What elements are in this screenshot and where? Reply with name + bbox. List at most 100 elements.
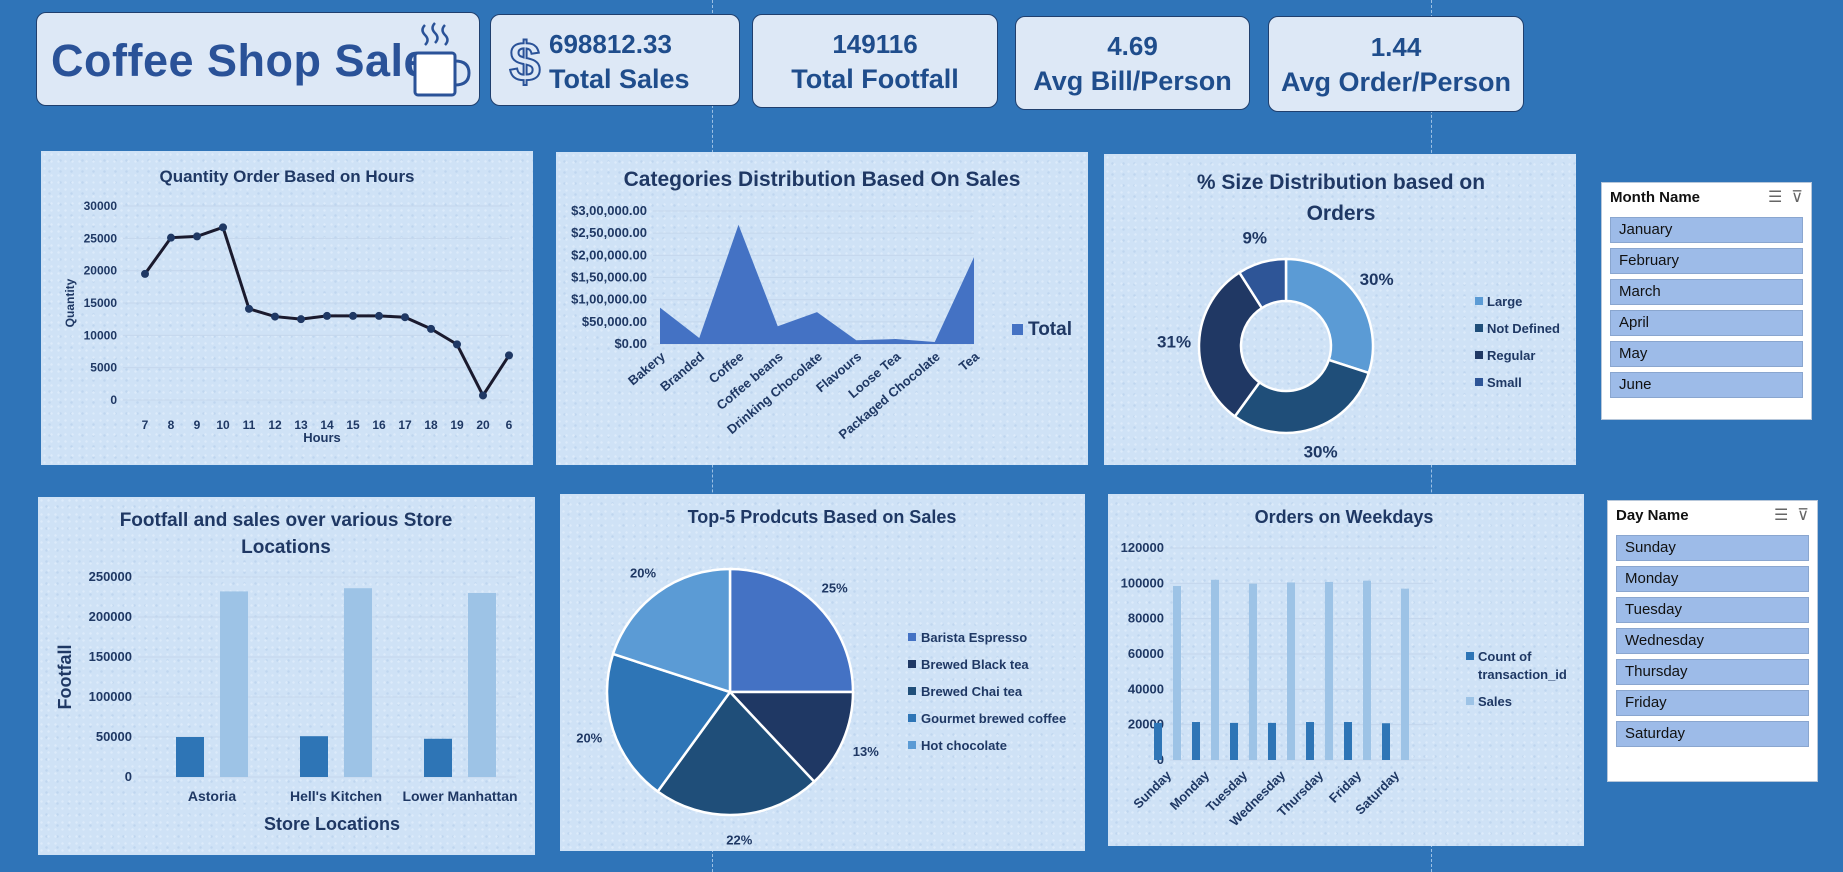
- legend-swatch: [1475, 324, 1483, 332]
- data-label: 13%: [853, 744, 879, 759]
- bar: [1363, 580, 1371, 760]
- y-tick-label: 250000: [89, 569, 132, 584]
- x-tick-label: Astoria: [188, 788, 236, 804]
- legend-label: Brewed Chai tea: [921, 684, 1023, 699]
- chart-title: Top-5 Prodcuts Based on Sales: [688, 507, 957, 527]
- slicer-toolbar: ☰ ⊽: [1768, 187, 1803, 207]
- y-tick-label: 25000: [84, 231, 118, 245]
- series-area: [660, 224, 974, 344]
- page-title: Coffee Shop Sales: [51, 35, 455, 86]
- data-label: 30%: [1360, 270, 1394, 289]
- kpi-label: Avg Bill/Person: [1033, 66, 1232, 96]
- legend-swatch: [1475, 378, 1483, 386]
- y-tick-label: $1,00,000.00: [571, 292, 647, 307]
- legend-label: Brewed Black tea: [921, 657, 1029, 672]
- legend-label: Not Defined: [1487, 321, 1560, 336]
- slicer-item-friday[interactable]: Friday: [1616, 690, 1809, 716]
- x-tick-label: 12: [268, 418, 282, 432]
- legend-swatch: [1475, 351, 1483, 359]
- data-point: [323, 311, 331, 320]
- bar: [220, 591, 248, 777]
- data-label: 25%: [822, 580, 848, 595]
- legend-label: Small: [1487, 375, 1522, 390]
- legend-label: Total: [1028, 319, 1072, 340]
- data-point: [271, 312, 279, 321]
- kpi-total-footfall: 149116 Total Footfall: [752, 14, 998, 108]
- chart-size: % Size Distribution based on Orders 30% 30%…: [1104, 154, 1576, 465]
- slicer-month[interactable]: Month Name ☰ ⊽ January February March Ap…: [1601, 182, 1812, 420]
- x-tick-label: Tea: [956, 348, 983, 374]
- legend-swatch: [1012, 324, 1023, 335]
- y-tick-label: 100000: [1121, 575, 1164, 590]
- slicer-item-may[interactable]: May: [1610, 341, 1803, 367]
- chart-weekdays: Orders on Weekdays 120000 100000 80000 60000…: [1108, 494, 1584, 846]
- x-axis-title: Store Locations: [264, 814, 400, 834]
- y-tick-label: $0.00: [614, 336, 647, 351]
- bar: [1306, 722, 1314, 760]
- legend-swatch: [1466, 652, 1474, 660]
- slicer-day[interactable]: Day Name ☰ ⊽ Sunday Monday Tuesday Wedne…: [1607, 500, 1818, 782]
- slicer-item-june[interactable]: June: [1610, 372, 1803, 398]
- multi-select-icon[interactable]: ☰: [1774, 507, 1788, 524]
- y-tick-label: 200000: [89, 609, 132, 624]
- legend-swatch: [908, 687, 916, 695]
- data-point: [219, 223, 227, 232]
- x-tick-label: 6: [506, 418, 513, 432]
- x-tick-label: 11: [243, 418, 256, 432]
- slicer-item-march[interactable]: March: [1610, 279, 1803, 305]
- data-point: [453, 340, 461, 349]
- chart-title: Orders: [1307, 202, 1376, 225]
- x-tick-label: 17: [398, 418, 412, 432]
- clear-filter-icon[interactable]: ⊽: [1797, 507, 1809, 524]
- bar: [1268, 722, 1276, 760]
- bar: [300, 736, 328, 777]
- data-label: 20%: [576, 731, 602, 746]
- legend-label: transaction_id: [1478, 667, 1567, 682]
- clear-filter-icon[interactable]: ⊽: [1791, 189, 1803, 206]
- slicer-item-january[interactable]: January: [1610, 217, 1803, 243]
- x-tick-label: Lower Manhattan: [402, 788, 517, 804]
- data-point: [245, 304, 253, 313]
- slicer-item-april[interactable]: April: [1610, 310, 1803, 336]
- series-line: [143, 225, 511, 399]
- y-tick-label: 30000: [84, 199, 118, 213]
- y-tick-label: $1,50,000.00: [571, 270, 647, 285]
- y-tick-label: 150000: [89, 649, 132, 664]
- svg-text:$: $: [509, 30, 540, 93]
- slicer-item-monday[interactable]: Monday: [1616, 566, 1809, 592]
- chart-title: Categories Distribution Based On Sales: [624, 168, 1021, 191]
- legend-swatch: [1475, 297, 1483, 305]
- slicer-item-wednesday[interactable]: Wednesday: [1616, 628, 1809, 654]
- legend-swatch: [908, 741, 916, 749]
- legend-swatch: [908, 633, 916, 641]
- bar: [1211, 579, 1219, 760]
- kpi-value: 149116: [832, 29, 918, 59]
- slice: [1233, 358, 1371, 435]
- data-label: 20%: [630, 565, 656, 580]
- legend-label: Regular: [1487, 348, 1535, 363]
- slicer-item-thursday[interactable]: Thursday: [1616, 659, 1809, 685]
- y-tick-label: 120000: [1121, 540, 1164, 555]
- kpi-label: Total Sales: [549, 64, 690, 94]
- y-tick-label: 20000: [84, 264, 118, 278]
- bar: [1382, 723, 1390, 760]
- y-tick-label: $3,00,000.00: [571, 203, 647, 218]
- multi-select-icon[interactable]: ☰: [1768, 189, 1782, 206]
- slicer-item-sunday[interactable]: Sunday: [1616, 535, 1809, 561]
- x-tick-label: 15: [346, 418, 360, 432]
- legend-label: Count of: [1478, 649, 1532, 664]
- data-point: [297, 315, 305, 324]
- chart-hours: Quantity Order Based on Hours 30000 25000 2…: [41, 151, 533, 465]
- x-axis-title: Hours: [303, 430, 341, 445]
- data-point: [427, 324, 435, 333]
- bar: [468, 593, 496, 777]
- legend-swatch: [908, 714, 916, 722]
- kpi-avg-order: 1.44 Avg Order/Person: [1268, 16, 1524, 112]
- slicer-title: Month Name: [1610, 189, 1700, 206]
- slicer-item-saturday[interactable]: Saturday: [1616, 721, 1809, 747]
- legend-swatch: [1466, 697, 1474, 705]
- slicer-item-february[interactable]: February: [1610, 248, 1803, 274]
- slicer-item-tuesday[interactable]: Tuesday: [1616, 597, 1809, 623]
- legend-label: Barista Espresso: [921, 630, 1027, 645]
- bar: [1154, 722, 1162, 760]
